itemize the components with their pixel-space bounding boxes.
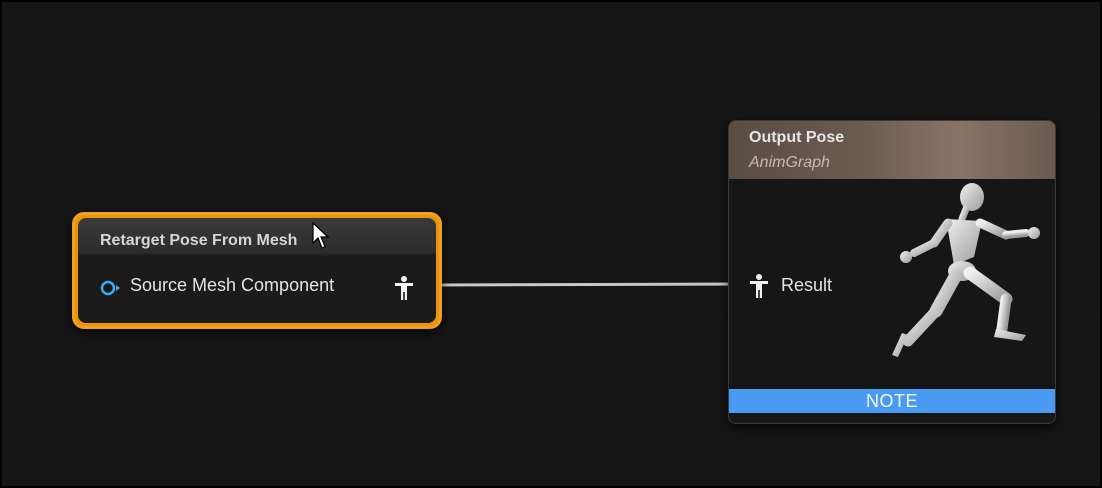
node-header: Output Pose AnimGraph — [729, 121, 1055, 179]
object-pin-icon[interactable] — [100, 280, 122, 296]
node-subtitle: AnimGraph — [749, 154, 830, 171]
node-title: Output Pose — [749, 129, 845, 146]
pose-pin-icon[interactable] — [394, 275, 414, 301]
output-pose-node[interactable]: Output Pose AnimGraph Result NOTE — [728, 120, 1056, 424]
note-bar[interactable]: NOTE — [729, 389, 1055, 413]
source-mesh-component-pin-label: Source Mesh Component — [130, 275, 335, 295]
mouse-cursor-icon — [312, 222, 330, 249]
running-mannequin-icon — [892, 183, 1040, 357]
node-body: Retarget Pose From Mesh Source Mesh Comp… — [78, 218, 436, 323]
retarget-pose-from-mesh-node[interactable]: Retarget Pose From Mesh Source Mesh Comp… — [72, 212, 442, 329]
pose-pin-icon[interactable] — [749, 273, 769, 299]
result-pin-label: Result — [781, 275, 833, 295]
node-title: Retarget Pose From Mesh — [100, 232, 298, 249]
